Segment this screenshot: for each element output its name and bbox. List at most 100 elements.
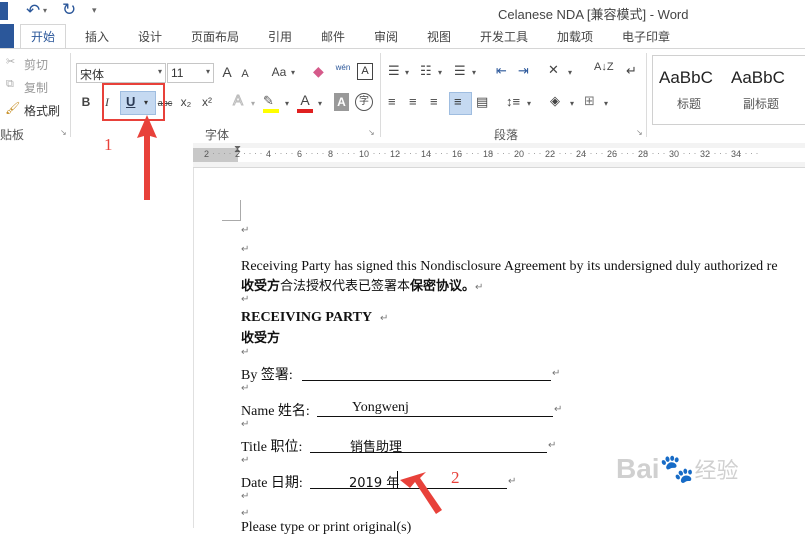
subscript-button[interactable]: x₂ — [177, 93, 195, 111]
name-value[interactable]: Yongwenj — [352, 400, 409, 416]
tab-page-layout[interactable]: 页面布局 — [191, 28, 239, 45]
paragraph-mark: ↵ — [241, 294, 250, 305]
cut-icon[interactable]: ✂ — [6, 55, 15, 68]
increase-indent-icon[interactable]: ⇥ — [518, 63, 529, 79]
dialog-launcher-icon[interactable]: ↘ — [636, 128, 643, 137]
sort-icon[interactable]: A↓Z — [594, 61, 614, 73]
ruler-dots: · · · · — [243, 148, 263, 158]
chevron-down-icon[interactable]: ▾ — [604, 99, 608, 108]
annotation-arrow-1 — [137, 115, 157, 200]
show-formatting-marks-icon[interactable]: ↵ — [626, 63, 637, 79]
horizontal-ruler[interactable]: ⧗ 2 · · · · 2 · · · · 4 · · · · 6 · · · · 8 · · ·… — [193, 143, 805, 168]
font-family-select[interactable]: 宋体 ▾ — [76, 63, 166, 83]
tab-design[interactable]: 设计 — [138, 28, 162, 45]
tab-mailings[interactable]: 邮件 — [321, 28, 345, 45]
tab-review[interactable]: 审阅 — [374, 28, 398, 45]
ruler-dots: · · · · — [646, 148, 666, 158]
chevron-down-icon[interactable]: ▾ — [43, 6, 47, 15]
numbering-icon[interactable]: ☷ — [420, 63, 432, 79]
change-case-button[interactable]: Aa — [268, 63, 290, 81]
chevron-down-icon[interactable]: ▾ — [251, 99, 255, 108]
borders-icon[interactable]: ⊞ — [584, 93, 595, 109]
chevron-down-icon[interactable]: ▾ — [291, 68, 295, 77]
paragraph-shading-icon[interactable]: ◈ — [550, 93, 560, 109]
tab-view[interactable]: 视图 — [427, 28, 451, 45]
font-size-select[interactable]: 11 ▾ — [167, 63, 214, 83]
chevron-down-icon[interactable]: ▾ — [472, 68, 476, 77]
style-title[interactable]: AaBbC 标题 — [653, 56, 727, 122]
chevron-down-icon[interactable]: ▾ — [206, 67, 210, 76]
bullets-icon[interactable]: ☰ — [388, 63, 400, 79]
name-label: Name 姓名: — [241, 404, 310, 419]
ribbon-tabs: 开始 插入 设计 页面布局 引用 邮件 审阅 视图 开发工具 加载项 电子印章 — [0, 24, 805, 49]
tab-e-seal[interactable]: 电子印章 — [622, 28, 670, 45]
ruler-tick-label: 2 — [235, 149, 241, 159]
chevron-down-icon[interactable]: ▾ — [568, 68, 572, 77]
ruler-dots: · · · · — [336, 148, 356, 158]
styles-gallery: AaBbC 标题 AaBbC 副标题 — [652, 55, 805, 125]
character-border-icon[interactable]: A — [357, 63, 373, 80]
align-right-icon[interactable]: ≡ — [430, 94, 438, 109]
agreement-name-cn-bold: 保密协议。 — [410, 279, 476, 294]
style-title-name: 标题 — [677, 97, 702, 111]
tab-references[interactable]: 引用 — [268, 28, 292, 45]
by-label: By 签署: — [241, 368, 293, 383]
paragraph-group-label: 段落 — [494, 128, 519, 142]
chevron-down-icon[interactable]: ▾ — [158, 67, 162, 76]
phonetic-guide-button[interactable]: wén — [333, 59, 353, 77]
justify-button[interactable]: ≡ — [449, 92, 472, 115]
font-color-swatch — [297, 109, 313, 113]
receiving-party-heading-cn: 收受方 — [241, 331, 281, 346]
word-logo — [0, 2, 8, 20]
tab-developer[interactable]: 开发工具 — [480, 28, 528, 45]
title-bar: ↶ ▾ ↻ ▾ Celanese NDA [兼容模式] - Word — [0, 0, 805, 24]
enclose-characters-button[interactable]: 字 — [355, 93, 373, 111]
style-subtitle[interactable]: AaBbC 副标题 — [729, 56, 805, 122]
copy-icon[interactable]: ⧉ — [6, 78, 14, 91]
chevron-down-icon[interactable]: ▾ — [405, 68, 409, 77]
dialog-launcher-icon[interactable]: ↘ — [368, 128, 375, 137]
multilevel-list-icon[interactable]: ☰ — [454, 63, 466, 79]
cut-button[interactable]: 剪切 — [24, 56, 48, 73]
tab-home[interactable]: 开始 — [20, 24, 67, 49]
clear-formatting-icon[interactable]: ◆ — [313, 63, 324, 80]
agreement-text-cn: 合法授权代表已签署本 — [280, 279, 411, 294]
undo-icon[interactable]: ↶ — [26, 1, 40, 21]
chevron-down-icon[interactable]: ▾ — [438, 68, 442, 77]
tab-insert[interactable]: 插入 — [85, 28, 109, 45]
highlight-icon[interactable]: ✎ — [263, 93, 274, 109]
distributed-icon[interactable]: ▤ — [476, 94, 488, 110]
paragraph-mark: ↵ — [548, 440, 557, 451]
tab-addins[interactable]: 加载项 — [557, 28, 593, 45]
font-family-value: 宋体 — [80, 68, 105, 82]
superscript-button[interactable]: x² — [198, 93, 216, 111]
title-label: Title 职位: — [241, 440, 303, 455]
chevron-down-icon[interactable]: ▾ — [285, 99, 289, 108]
line-spacing-icon[interactable]: ↕≡ — [506, 94, 520, 109]
customize-toolbar-icon[interactable]: ▾ — [92, 5, 97, 16]
text-boundary-corner — [222, 200, 241, 221]
text-effects-button[interactable]: A — [230, 92, 246, 110]
align-center-icon[interactable]: ≡ — [409, 94, 417, 109]
chevron-down-icon[interactable]: ▾ — [570, 99, 574, 108]
character-shading-button[interactable]: A — [334, 93, 349, 111]
format-painter-button[interactable]: 格式刷 — [24, 102, 60, 119]
font-color-button[interactable]: A — [297, 91, 313, 109]
shrink-font-button[interactable]: A — [238, 65, 252, 83]
chevron-down-icon[interactable]: ▾ — [318, 99, 322, 108]
chinese-layout-icon[interactable]: ✕ — [548, 62, 559, 78]
chevron-down-icon[interactable]: ▾ — [527, 99, 531, 108]
grow-font-button[interactable]: A — [219, 63, 235, 81]
file-tab[interactable] — [0, 24, 14, 48]
paragraph-mark: ↵ — [241, 419, 250, 430]
align-left-icon[interactable]: ≡ — [388, 94, 396, 109]
format-painter-icon[interactable]: 🖌 — [5, 101, 20, 115]
paragraph-mark: ↵ — [241, 491, 250, 502]
dialog-launcher-icon[interactable]: ↘ — [60, 128, 67, 137]
decrease-indent-icon[interactable]: ⇤ — [496, 63, 507, 79]
redo-icon[interactable]: ↻ — [62, 0, 76, 20]
annotation-arrow-2 — [400, 472, 442, 514]
ruler-tick-label: 8 — [328, 149, 334, 159]
copy-button[interactable]: 复制 — [24, 79, 48, 96]
bold-button[interactable]: B — [79, 93, 93, 111]
